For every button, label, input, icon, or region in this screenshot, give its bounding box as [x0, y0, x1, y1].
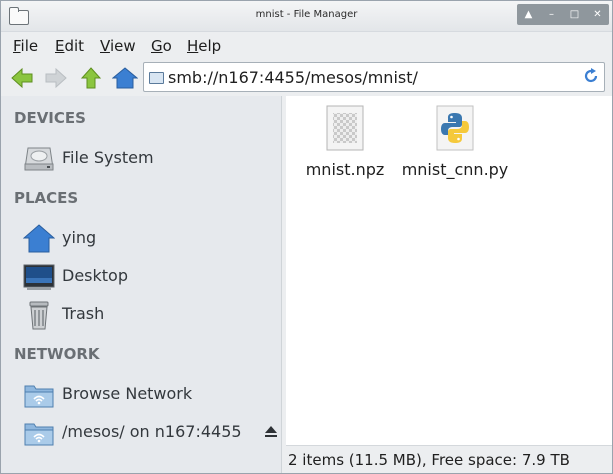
sidebar: DEVICES File System PLACES ying Desktop …: [1, 96, 282, 473]
file-name: mnist.npz: [305, 160, 385, 179]
status-text: 2 items (11.5 MB), Free space: 7.9 TB: [288, 451, 570, 469]
location-bar[interactable]: smb://n167:4455/mesos/mnist/: [143, 62, 605, 92]
python-file-icon: [435, 105, 475, 151]
desktop-icon: [23, 264, 55, 290]
maximize-button[interactable]: □: [565, 4, 585, 25]
home-icon: [112, 67, 138, 89]
menu-view[interactable]: View: [100, 37, 136, 55]
menu-bar: File Edit View Go Help: [1, 32, 612, 60]
network-folder-icon: [24, 385, 54, 408]
shade-button[interactable]: ▲: [519, 4, 539, 25]
minimize-button[interactable]: –: [542, 4, 562, 25]
sidebar-item-label: /mesos/ on n167:4455: [62, 422, 242, 441]
home-button[interactable]: [111, 64, 139, 92]
toolbar: smb://n167:4455/mesos/mnist/: [1, 60, 612, 97]
status-bar: 2 items (11.5 MB), Free space: 7.9 TB: [286, 445, 612, 473]
sidebar-item-label: Trash: [62, 304, 105, 323]
generic-file-icon: [325, 105, 365, 151]
window-controls: ▲ – □ ✕: [517, 4, 609, 25]
sidebar-item-desktop[interactable]: Desktop: [1, 260, 281, 294]
menu-edit[interactable]: Edit: [55, 37, 84, 55]
file-name: mnist_cnn.py: [401, 160, 509, 179]
devices-heading: DEVICES: [14, 109, 86, 127]
location-text[interactable]: smb://n167:4455/mesos/mnist/: [168, 68, 418, 87]
network-folder-icon: [24, 423, 54, 446]
sidebar-item-label: Desktop: [62, 266, 128, 285]
forward-arrow-icon: [45, 67, 67, 89]
sidebar-item-label: Browse Network: [62, 384, 193, 403]
back-arrow-icon: [11, 67, 33, 89]
up-button[interactable]: [77, 64, 105, 92]
close-button[interactable]: ✕: [588, 4, 608, 25]
sidebar-item-mesos-share[interactable]: /mesos/ on n167:4455: [1, 416, 281, 450]
reload-icon[interactable]: [582, 67, 600, 85]
file-manager-window: mnist - File Manager ▲ – □ ✕ File Edit V…: [0, 0, 613, 474]
menu-go[interactable]: Go: [151, 37, 172, 55]
sidebar-item-browse-network[interactable]: Browse Network: [1, 378, 281, 412]
menu-help[interactable]: Help: [187, 37, 221, 55]
up-arrow-icon: [80, 67, 102, 89]
places-heading: PLACES: [14, 189, 79, 207]
eject-icon[interactable]: [265, 426, 277, 437]
menu-file[interactable]: File: [13, 37, 38, 55]
sidebar-item-ying[interactable]: ying: [1, 222, 281, 256]
folder-icon: [149, 72, 164, 84]
trash-icon: [29, 301, 49, 330]
drive-icon: [24, 147, 54, 171]
file-view[interactable]: mnist.npz mnist_cnn.py: [286, 96, 612, 445]
back-button[interactable]: [8, 64, 36, 92]
sidebar-item-trash[interactable]: Trash: [1, 298, 281, 332]
sidebar-item-file-system[interactable]: File System: [1, 142, 281, 176]
title-bar[interactable]: mnist - File Manager ▲ – □ ✕: [1, 1, 612, 32]
file-item-mnist-npz[interactable]: mnist.npz: [285, 96, 405, 179]
home-folder-icon: [23, 224, 55, 253]
sidebar-item-label: File System: [62, 148, 154, 167]
forward-button[interactable]: [42, 64, 70, 92]
sidebar-item-label: ying: [62, 228, 97, 247]
network-heading: NETWORK: [14, 345, 100, 363]
file-item-mnist-cnn-py[interactable]: mnist_cnn.py: [395, 96, 515, 179]
